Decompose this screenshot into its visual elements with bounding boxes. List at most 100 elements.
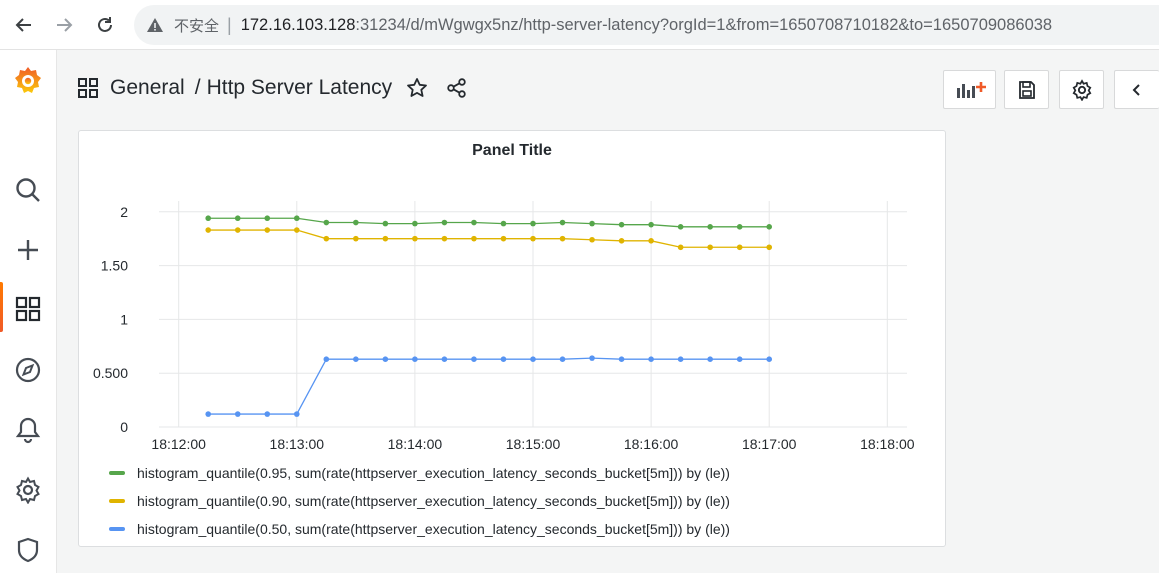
search-nav[interactable] [12,174,44,206]
data-point [736,356,743,362]
warning-icon [147,18,163,32]
legend-item[interactable]: histogram_quantile(0.95, sum(rate(httpse… [109,459,730,487]
data-point [559,356,566,362]
data-point [323,235,330,242]
data-point [618,238,625,244]
data-point [589,355,595,361]
compass-icon [15,357,41,383]
plus-icon [18,240,38,260]
data-point [677,224,684,230]
legend-label: histogram_quantile(0.95, sum(rate(httpse… [137,465,730,481]
data-point [234,411,241,417]
line-chart: 0 0.500 1 1.50 2 18:12:00 18:13:00 18:14:00 18:1… [93,201,915,452]
active-indicator [0,282,3,332]
legend-item[interactable]: histogram_quantile(0.50, sum(rate(httpse… [109,515,730,543]
data-point [441,235,448,242]
apps-grid-icon [78,78,98,98]
data-point [766,356,773,362]
data-point [618,356,625,362]
configuration-nav[interactable] [12,474,44,506]
y-tick-label: 1 [120,311,128,327]
data-point [293,227,300,233]
data-point [766,224,773,230]
series-line [208,357,770,415]
forward-button[interactable] [44,5,84,45]
reload-button[interactable] [85,5,125,45]
save-dashboard-button[interactable] [1004,70,1049,109]
data-point [648,356,654,362]
data-point [353,219,359,226]
data-point [441,219,448,226]
data-point [441,356,448,362]
arrow-left-icon [15,18,31,32]
url-path: :31234/d/mWgwgx5nz/http-server-latency?o… [355,15,1053,34]
alerting-nav[interactable] [12,414,44,446]
breadcrumb-separator: / [194,76,201,99]
search-icon [16,178,40,202]
data-point [471,235,477,242]
data-point [500,235,507,242]
server-admin-nav[interactable] [12,534,44,566]
settings-icon [1072,78,1091,101]
data-point [707,244,713,251]
explore-nav[interactable] [12,354,44,386]
x-tick-label: 18:17:00 [742,436,797,452]
data-point [382,356,389,362]
data-point [589,236,595,243]
chart-legend: histogram_quantile(0.95, sum(rate(httpse… [109,459,730,543]
data-point [707,356,713,362]
dashboards-nav[interactable] [12,293,44,325]
data-point [589,220,595,227]
data-point [559,219,566,226]
x-tick-label: 18:14:00 [388,436,443,452]
y-tick-label: 2 [120,204,128,220]
data-point [293,411,300,417]
create-nav[interactable] [12,234,44,266]
data-point [677,356,684,362]
data-point [412,356,418,362]
browser-toolbar: 不安全 | 172.16.103.128 :31234/d/mWgwgx5nz/… [0,0,1159,50]
series-line [208,217,770,228]
data-point [264,411,271,417]
data-point [353,235,359,242]
data-point [234,227,241,233]
data-point [205,411,212,417]
legend-swatch [109,499,125,503]
data-point [293,215,300,222]
breadcrumb-folder[interactable]: General [110,76,185,100]
share-icon[interactable] [446,77,468,99]
data-point [736,224,743,230]
arrow-right-icon [57,18,73,32]
dashboards-icon [15,296,41,322]
legend-item[interactable]: histogram_quantile(0.90, sum(rate(httpse… [109,487,730,515]
gear-icon [16,476,40,504]
time-back-button[interactable] [1114,70,1159,109]
add-panel-button[interactable] [943,70,996,109]
data-point [500,220,507,227]
data-point [618,221,625,228]
x-tick-label: 18:18:00 [860,436,915,452]
data-point [382,235,389,242]
legend-label: histogram_quantile(0.50, sum(rate(httpse… [137,521,730,537]
legend-label: histogram_quantile(0.90, sum(rate(httpse… [137,493,730,509]
data-point [264,227,271,233]
data-point [353,356,359,362]
data-point [677,244,684,251]
reload-icon [98,17,112,32]
shield-icon [17,537,39,563]
star-icon[interactable] [406,77,428,99]
x-tick-label: 18:15:00 [506,436,561,452]
grafana-logo[interactable] [12,64,44,96]
data-point [707,224,713,230]
data-point [264,215,271,222]
data-point [648,238,654,244]
data-point [500,356,507,362]
graph-panel[interactable]: Panel Title 0 0.500 1 1.50 2 18:12:00 18:13:00… [78,130,946,547]
address-bar[interactable]: 不安全 | 172.16.103.128 :31234/d/mWgwgx5nz/… [134,5,1159,45]
data-point [205,227,212,233]
back-button[interactable] [4,5,44,45]
dashboard-settings-button[interactable] [1059,70,1104,109]
x-tick-label: 18:16:00 [624,436,679,452]
data-point [736,244,743,251]
dashboard-title[interactable]: Http Server Latency [207,76,393,100]
